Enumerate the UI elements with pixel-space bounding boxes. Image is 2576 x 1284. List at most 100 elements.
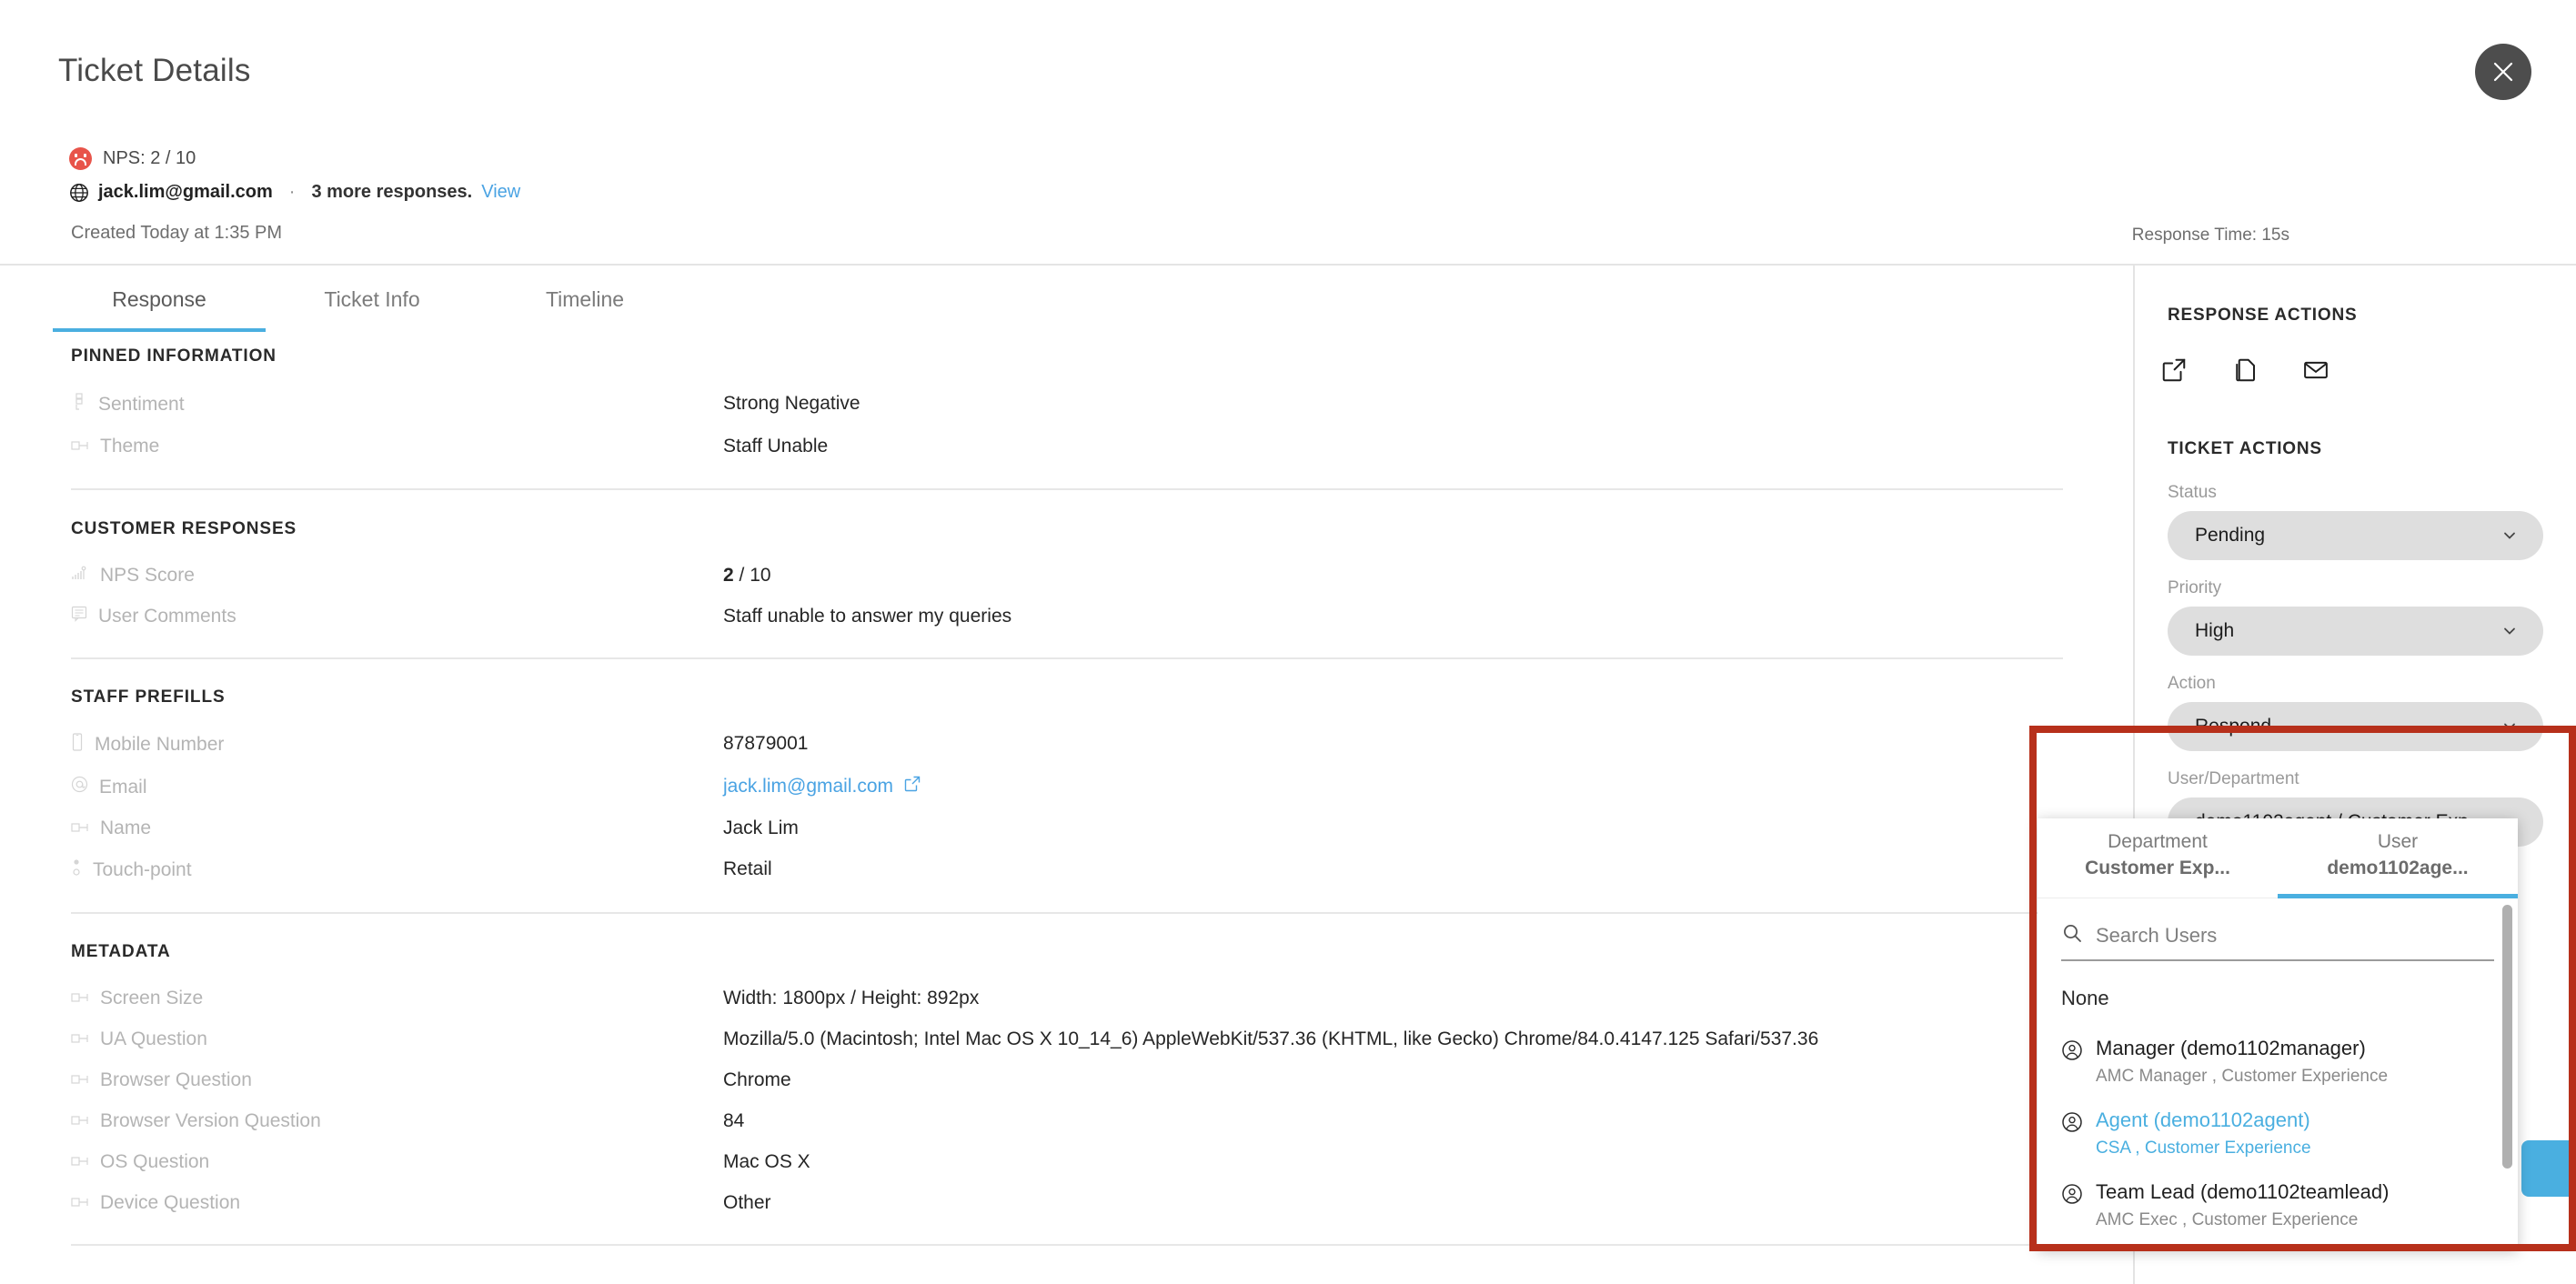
field-label-sentiment: Sentiment <box>71 393 723 416</box>
section-title-metadata: METADATA <box>71 942 171 961</box>
field-row-email: Email jack.lim@gmail.com <box>0 776 2133 798</box>
action-label: Action <box>2168 674 2216 693</box>
mail-icon[interactable] <box>2302 356 2329 388</box>
created-timestamp: Created Today at 1:35 PM <box>71 223 282 243</box>
field-row-name: Name Jack Lim <box>0 818 2133 839</box>
nps-score-suffix: / 10 <box>733 565 771 586</box>
close-icon <box>2490 58 2517 85</box>
tab-bar: Response Ticket Info Timeline <box>53 266 691 332</box>
field-row-user-comments: User Comments Staff unable to answer my … <box>0 606 2133 627</box>
user-name: Agent (demo1102agent) <box>2096 1108 2310 1131</box>
customer-email: jack.lim@gmail.com <box>98 182 273 202</box>
external-link-icon[interactable] <box>904 776 921 797</box>
field-value-device-question: Other <box>723 1192 771 1213</box>
field-value-browser-question: Chrome <box>723 1069 791 1090</box>
tab-timeline[interactable]: Timeline <box>478 266 691 332</box>
dropdown-tab-department[interactable]: Department Customer Exp... <box>2038 818 2278 898</box>
customer-identity-row: jack.lim@gmail.com · 3 more responses. V… <box>69 182 520 203</box>
text-field-icon <box>71 818 89 839</box>
sad-face-icon <box>69 147 92 170</box>
field-row-mobile-number: Mobile Number 87879001 <box>0 733 2133 757</box>
user-name: Manager (demo1102manager) <box>2096 1037 2366 1059</box>
avatar-icon <box>2061 1039 2083 1089</box>
touchpoint-icon <box>71 858 82 882</box>
response-tab-content: PINNED INFORMATION Sentiment Strong Nega… <box>0 332 2133 1284</box>
action-select[interactable]: Respond <box>2168 702 2543 751</box>
dropdown-tab-department-value: Customer Exp... <box>2085 858 2230 878</box>
ticket-details-modal: Ticket Details NPS: 2 / 10 jack.lim@gmai… <box>0 0 2576 1284</box>
text-field-icon <box>71 1069 89 1091</box>
field-value-os-question: Mac OS X <box>723 1151 810 1172</box>
dropdown-tab-user[interactable]: User demo1102age... <box>2278 818 2518 898</box>
field-row-device-question: Device Question Other <box>0 1192 2133 1214</box>
text-field-icon <box>71 1110 89 1132</box>
dropdown-tab-user-value: demo1102age... <box>2327 858 2469 878</box>
priority-select[interactable]: High <box>2168 607 2543 656</box>
section-divider-3 <box>71 912 2063 914</box>
field-value-mobile-number: 87879001 <box>723 733 809 754</box>
nps-bar-icon <box>71 565 89 587</box>
status-field: Status Pending <box>2168 483 2543 560</box>
field-value-touch-point: Retail <box>723 858 772 879</box>
chevron-down-icon <box>2501 718 2518 735</box>
priority-value: High <box>2195 620 2235 641</box>
field-label-mobile-number: Mobile Number <box>71 733 723 757</box>
field-value-email[interactable]: jack.lim@gmail.com <box>723 776 921 797</box>
section-divider-4 <box>71 1244 2063 1246</box>
text-field-icon <box>71 1192 89 1214</box>
priority-field: Priority High <box>2168 578 2543 656</box>
page-title: Ticket Details <box>58 53 251 88</box>
list-item[interactable]: Agent (demo1102agent) CSA , Customer Exp… <box>2038 1095 2518 1167</box>
chevron-down-icon <box>2501 623 2518 639</box>
submit-button[interactable] <box>2521 1140 2576 1197</box>
user-detail: AMC Manager , Customer Experience <box>2096 1067 2389 1086</box>
field-label-email: Email <box>71 776 723 798</box>
dropdown-scrollbar[interactable] <box>2502 905 2512 1169</box>
at-icon <box>71 776 88 798</box>
priority-label: Priority <box>2168 578 2222 597</box>
nps-score-number: 2 <box>723 565 734 586</box>
tab-response[interactable]: Response <box>53 266 266 332</box>
list-item[interactable]: Team Lead (demo1102teamlead) AMC Exec , … <box>2038 1167 2518 1239</box>
email-link-text[interactable]: jack.lim@gmail.com <box>723 776 893 797</box>
field-row-touch-point: Touch-point Retail <box>0 858 2133 882</box>
field-value-browser-version: 84 <box>723 1110 745 1131</box>
copy-icon[interactable] <box>2231 356 2259 388</box>
field-value-theme: Staff Unable <box>723 436 829 456</box>
field-value-nps-score: 2 / 10 <box>723 565 771 587</box>
globe-icon <box>69 183 89 203</box>
field-label-browser-question: Browser Question <box>71 1069 723 1091</box>
user-detail: CSA , Customer Experience <box>2096 1139 2311 1158</box>
ticket-actions-title: TICKET ACTIONS <box>2168 439 2322 458</box>
field-label-name: Name <box>71 818 723 839</box>
tab-ticket-info[interactable]: Ticket Info <box>266 266 478 332</box>
field-value-name: Jack Lim <box>723 818 799 838</box>
field-label-nps-score: NPS Score <box>71 565 723 587</box>
user-name: Team Lead (demo1102teamlead) <box>2096 1180 2390 1203</box>
more-responses-label: 3 more responses. <box>311 182 473 202</box>
close-button[interactable] <box>2475 44 2531 100</box>
status-value: Pending <box>2195 525 2266 546</box>
user-department-label: User/Department <box>2168 769 2299 788</box>
view-responses-link[interactable]: View <box>481 182 520 203</box>
response-time-label: Response Time: 15s <box>2131 226 2289 245</box>
search-icon <box>2061 922 2083 948</box>
text-field-icon <box>71 1028 89 1050</box>
status-select[interactable]: Pending <box>2168 511 2543 560</box>
search-users-input[interactable] <box>2096 923 2494 948</box>
external-link-icon[interactable] <box>2160 356 2188 388</box>
avatar-icon <box>2061 1111 2083 1161</box>
section-title-pinned: PINNED INFORMATION <box>71 346 277 366</box>
field-row-theme: Theme Staff Unable <box>0 436 2133 457</box>
list-item[interactable]: Manager (demo1102manager) AMC Manager , … <box>2038 1023 2518 1095</box>
list-item-none[interactable]: None <box>2038 987 2518 1010</box>
field-label-user-comments: User Comments <box>71 606 723 627</box>
field-value-screen-size: Width: 1800px / Height: 892px <box>723 988 980 1008</box>
sentiment-icon <box>71 393 87 416</box>
dropdown-tab-user-title: User <box>2377 831 2419 852</box>
field-row-screen-size: Screen Size Width: 1800px / Height: 892p… <box>0 988 2133 1009</box>
user-search-row <box>2061 922 2494 961</box>
text-field-icon <box>71 988 89 1009</box>
action-field: Action Respond <box>2168 674 2543 751</box>
field-row-nps-score: NPS Score 2 / 10 <box>0 565 2133 587</box>
